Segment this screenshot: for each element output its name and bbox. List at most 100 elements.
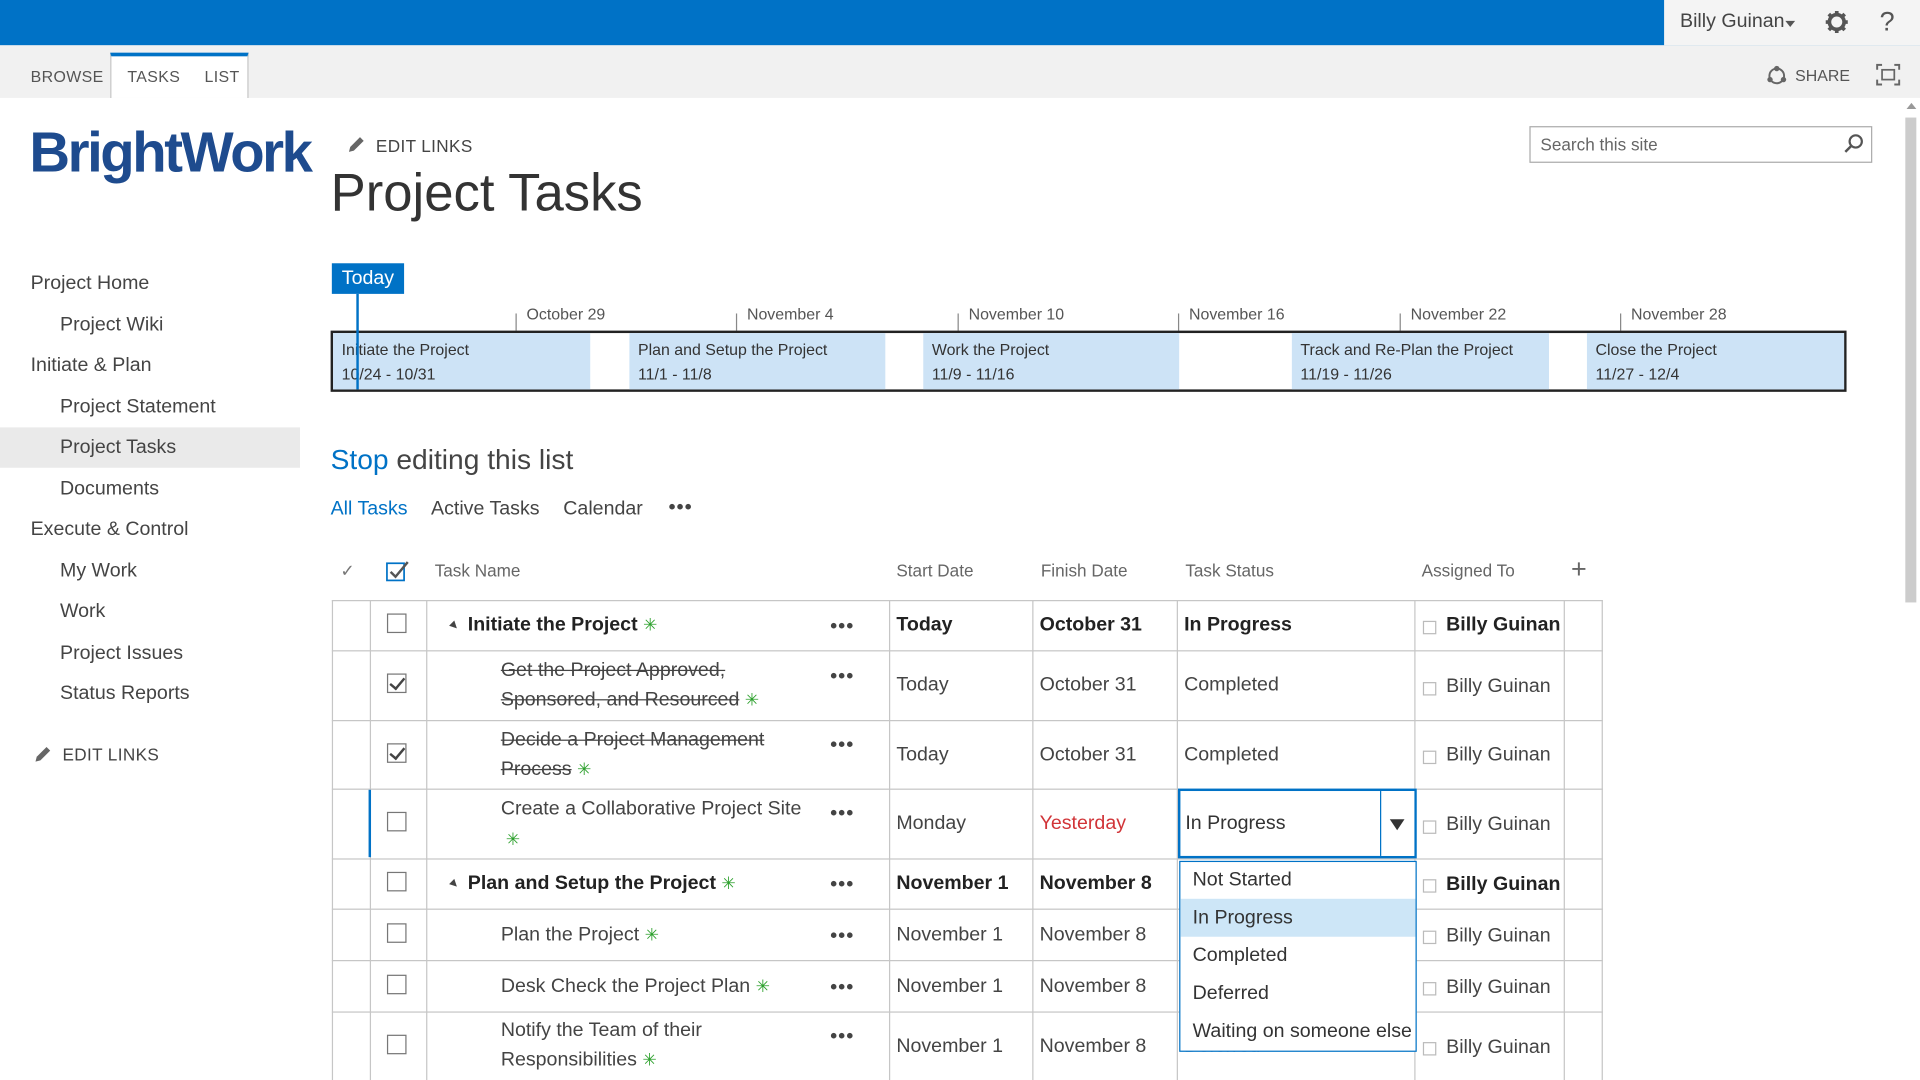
add-column-button[interactable]: + [1571,553,1587,585]
row-checkbox[interactable] [386,871,407,892]
view-all-tasks[interactable]: All Tasks [331,498,408,520]
status-option-waiting[interactable]: Waiting on someone else [1180,1013,1415,1051]
timeline-task[interactable]: Track and Re-Plan the Project 11/19 - 11… [1291,333,1549,390]
nav-project-issues[interactable]: Project Issues [60,643,183,665]
start-date[interactable]: Today [896,675,948,697]
finish-date[interactable]: October 31 [1040,744,1137,766]
task-status-input[interactable]: In Progress [1185,813,1285,835]
start-date[interactable]: Monday [896,813,966,835]
focus-content-icon[interactable] [1876,63,1901,86]
view-active-tasks[interactable]: Active Tasks [431,498,540,520]
task-name[interactable]: Desk Check the Project Plan ✳ [501,976,770,998]
start-date[interactable]: Today [896,744,948,766]
search-icon[interactable] [1843,132,1865,154]
status-option-completed[interactable]: Completed [1180,937,1415,975]
item-menu-button[interactable]: ••• [830,666,854,688]
select-all-icon[interactable] [386,560,410,584]
assigned-to[interactable]: Billy Guinan [1446,615,1560,637]
finish-date[interactable]: October 31 [1040,675,1137,697]
nav-status-reports[interactable]: Status Reports [60,683,190,705]
search-input[interactable] [1537,133,1837,156]
view-calendar[interactable]: Calendar [563,498,643,520]
nav-project-wiki[interactable]: Project Wiki [60,315,163,337]
search-box[interactable] [1529,126,1873,163]
help-icon[interactable]: ? [1880,6,1895,38]
assigned-to[interactable]: Billy Guinan [1446,744,1551,766]
start-date[interactable]: November 1 [896,976,1003,998]
task-status[interactable]: Completed [1184,675,1279,697]
task-name-cont[interactable]: Sponsored, and Resourced ✳ [501,689,759,711]
timeline-task[interactable]: Close the Project 11/27 - 12/4 [1586,333,1845,390]
nav-execute-control[interactable]: Execute & Control [31,519,189,541]
more-views-button[interactable]: ••• [669,497,693,519]
start-date[interactable]: November 1 [896,1036,1003,1058]
ribbon-tab-list[interactable]: LIST [204,67,239,85]
status-option-not-started[interactable]: Not Started [1180,861,1415,899]
timeline-task[interactable]: Initiate the Project 10/24 - 10/31 [333,333,591,390]
timeline-task[interactable]: Plan and Setup the Project 11/1 - 11/8 [629,333,886,390]
assigned-to[interactable]: Billy Guinan [1446,926,1551,948]
column-header-finish-date[interactable]: Finish Date [1041,561,1128,581]
nav-project-tasks[interactable]: Project Tasks [60,437,176,459]
item-menu-button[interactable]: ••• [830,616,854,638]
start-date[interactable]: November 1 [896,873,1008,895]
nav-project-home[interactable]: Project Home [31,273,150,295]
finish-date[interactable]: November 8 [1040,924,1147,946]
share-button[interactable]: SHARE [1795,66,1850,84]
column-header-task-status[interactable]: Task Status [1185,561,1274,581]
task-name[interactable]: Decide a Project Management [501,730,765,752]
status-option-deferred[interactable]: Deferred [1180,975,1415,1013]
assigned-to[interactable]: Billy Guinan [1446,1037,1551,1059]
row-checkbox[interactable] [386,974,407,995]
nav-documents[interactable]: Documents [60,479,159,501]
assigned-to[interactable]: Billy Guinan [1446,676,1551,698]
gear-icon[interactable] [1825,10,1849,34]
nav-initiate-plan[interactable]: Initiate & Plan [31,355,152,377]
start-date[interactable]: November 1 [896,924,1003,946]
scroll-up-icon[interactable] [1906,102,1917,109]
task-name[interactable]: Initiate the Project ✳ [468,615,658,637]
item-menu-button[interactable]: ••• [830,926,854,948]
edit-links-top[interactable]: EDIT LINKS [376,136,473,156]
finish-date-overdue[interactable]: Yesterday [1040,813,1126,835]
task-status[interactable]: In Progress [1184,615,1292,637]
nav-my-work[interactable]: My Work [60,561,137,583]
status-option-in-progress[interactable]: In Progress [1180,898,1416,937]
timeline-task[interactable]: Work the Project 11/9 - 11/16 [923,333,1180,390]
row-checkbox[interactable] [386,673,407,694]
item-menu-button[interactable]: ••• [830,803,854,825]
item-menu-button[interactable]: ••• [830,874,854,896]
chevron-down-icon[interactable] [1389,819,1405,831]
finish-date[interactable]: November 8 [1040,1036,1147,1058]
row-checkbox[interactable] [386,743,407,763]
item-menu-button[interactable]: ••• [830,977,854,999]
column-header-task-name[interactable]: Task Name [435,561,521,581]
scrollbar-thumb[interactable] [1905,117,1917,603]
finish-date[interactable]: October 31 [1040,615,1142,637]
site-logo[interactable]: BrightWork [29,119,313,185]
user-name[interactable]: Billy Guinan [1680,11,1785,33]
column-header-start-date[interactable]: Start Date [896,561,973,581]
assigned-to[interactable]: Billy Guinan [1446,977,1551,999]
nav-project-statement[interactable]: Project Statement [60,397,216,419]
finish-date[interactable]: November 8 [1040,976,1147,998]
task-name[interactable]: Get the Project Approved, [501,660,725,682]
task-name[interactable]: Plan the Project ✳ [501,924,659,946]
ribbon-tab-tasks[interactable]: TASKS [127,67,180,85]
start-date[interactable]: Today [896,615,952,637]
edit-links-nav[interactable]: EDIT LINKS [62,744,159,764]
task-name[interactable]: Plan and Setup the Project ✳ [468,873,736,895]
assigned-to[interactable]: Billy Guinan [1446,814,1551,836]
stop-editing-link[interactable]: Stop [331,443,389,475]
nav-work[interactable]: Work [60,601,105,623]
column-header-assigned-to[interactable]: Assigned To [1422,561,1515,581]
task-status[interactable]: Completed [1184,744,1279,766]
item-menu-button[interactable]: ••• [830,1026,854,1048]
task-name[interactable]: Notify the Team of their [501,1020,702,1042]
ribbon-tab-browse[interactable]: BROWSE [31,67,104,85]
share-icon[interactable] [1766,65,1788,87]
assigned-to[interactable]: Billy Guinan [1446,874,1560,896]
row-checkbox[interactable] [386,923,407,943]
task-name[interactable]: Create a Collaborative Project Site [501,798,802,820]
task-name-cont[interactable]: Responsibilities ✳ [501,1049,657,1071]
